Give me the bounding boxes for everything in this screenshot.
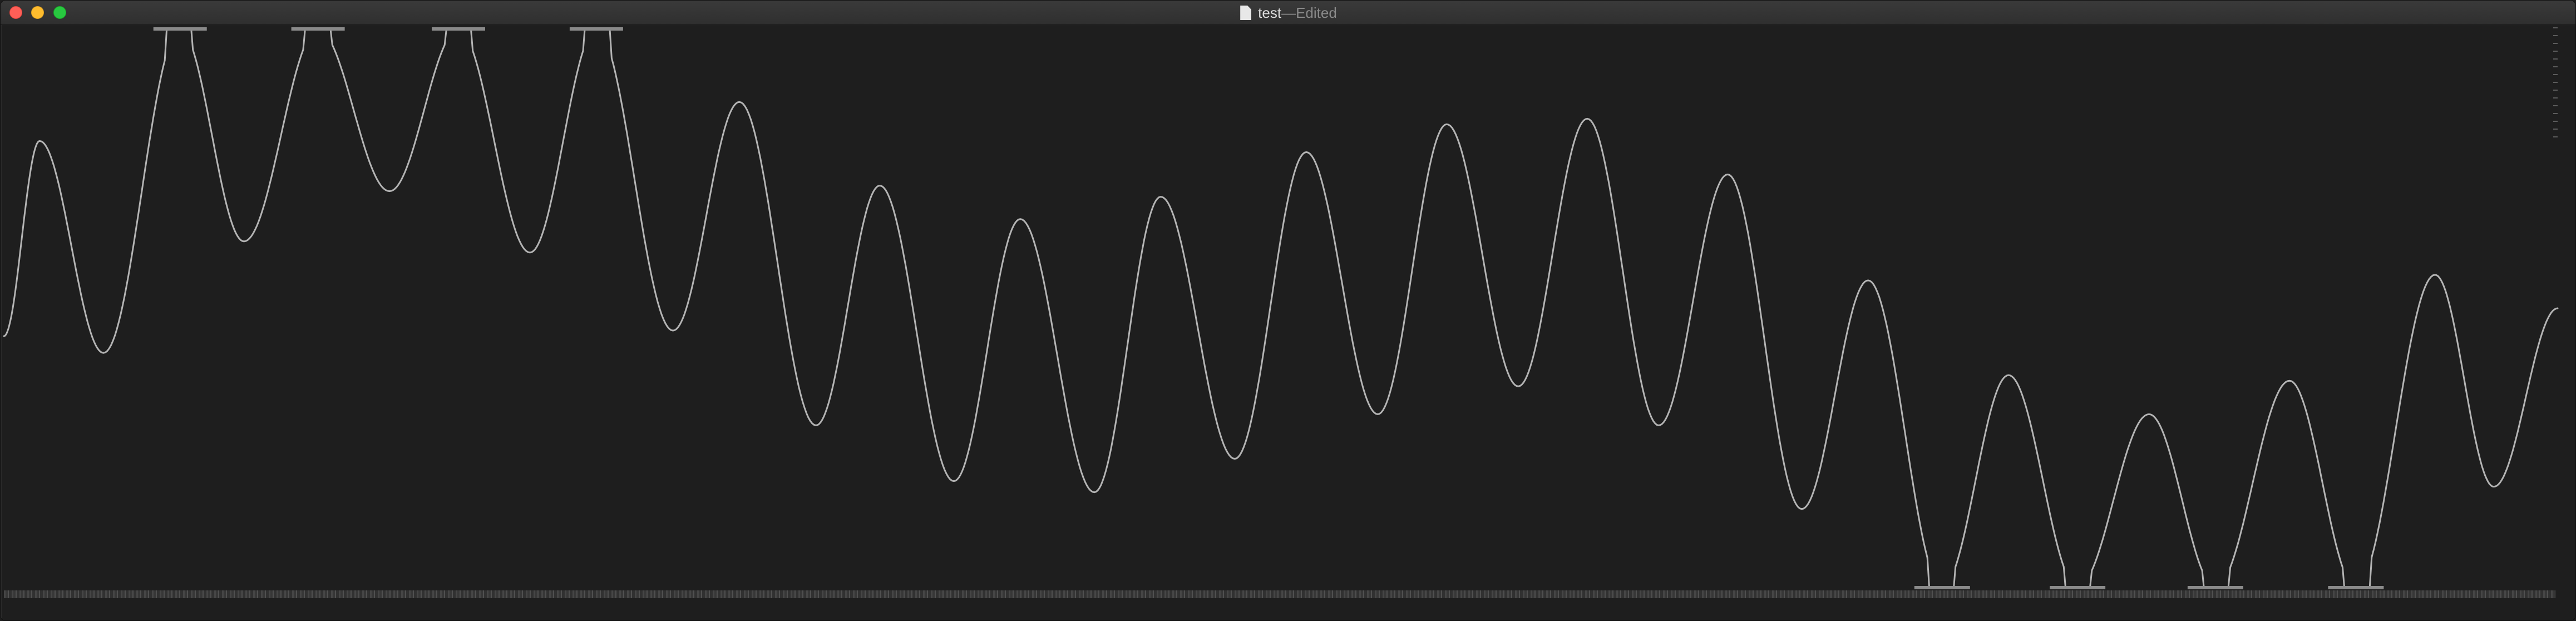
zoom-icon[interactable] <box>53 6 66 19</box>
waveform-line <box>3 28 2559 588</box>
clip-bottom-marker <box>2050 586 2106 589</box>
minimize-icon[interactable] <box>31 6 44 19</box>
clip-top-marker <box>153 27 207 31</box>
clip-top-marker <box>569 27 623 31</box>
clip-top-marker <box>291 27 345 31</box>
clip-bottom-marker <box>2187 586 2243 589</box>
clip-bottom-marker <box>2328 586 2384 589</box>
app-window: test — Edited <box>0 0 2576 621</box>
window-title: test <box>1258 4 1282 21</box>
timeline-strip[interactable] <box>4 590 2555 598</box>
clip-top-marker <box>432 27 485 31</box>
title-separator: — <box>1281 4 1296 21</box>
window-title-group: test — Edited <box>1 1 2575 25</box>
close-icon[interactable] <box>9 6 22 19</box>
waveform-plot <box>3 27 2559 589</box>
document-icon[interactable] <box>1240 6 1252 20</box>
clip-bottom-marker <box>1914 586 1970 589</box>
title-bar[interactable]: test — Edited <box>1 1 2575 25</box>
right-level-ticks <box>2553 27 2558 144</box>
edited-status: Edited <box>1296 4 1337 21</box>
waveform-canvas-area[interactable] <box>1 25 2575 620</box>
